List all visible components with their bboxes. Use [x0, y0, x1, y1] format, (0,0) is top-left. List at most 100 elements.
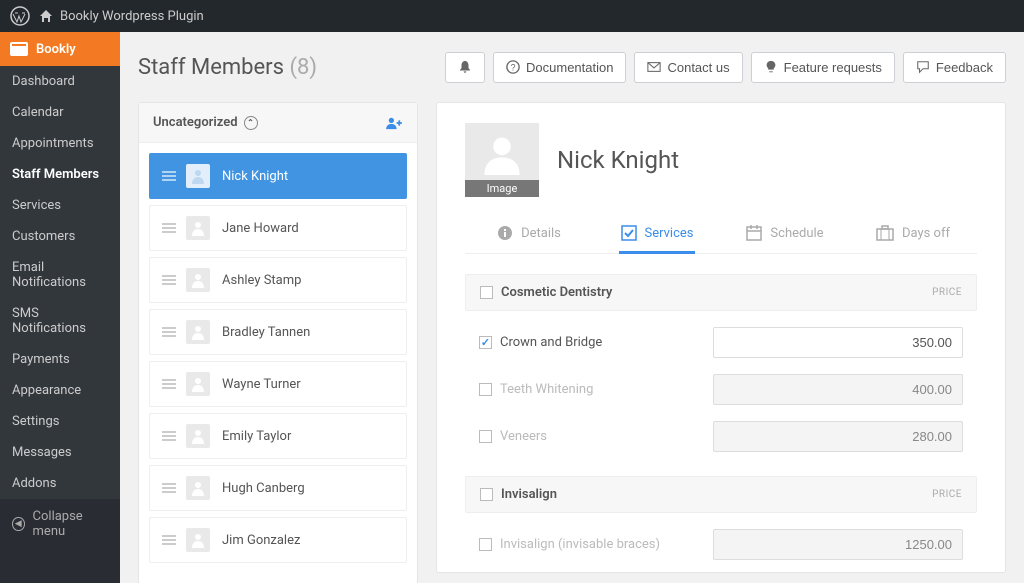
page-title-text: Staff Members — [138, 55, 284, 80]
drag-handle-icon[interactable] — [162, 431, 176, 441]
price-input[interactable] — [713, 327, 963, 358]
service-label: Veneers — [500, 429, 547, 444]
sidebar-item[interactable]: Appearance — [0, 375, 120, 406]
staff-item[interactable]: Jane Howard — [149, 205, 407, 251]
checklist-icon — [621, 225, 637, 241]
price-header-label: PRICE — [932, 489, 962, 500]
detail-panel: Image Nick Knight Details Services Sched… — [436, 102, 1006, 573]
chevron-up-icon: ⌃ — [244, 116, 258, 130]
price-input[interactable] — [713, 374, 963, 405]
staff-item[interactable]: Hugh Canberg — [149, 465, 407, 511]
staff-name: Ashley Stamp — [222, 273, 301, 288]
service-row: Teeth Whitening — [465, 366, 977, 413]
page-title-count: (8) — [289, 55, 317, 80]
avatar — [186, 372, 210, 396]
service-rows: Crown and Bridge Teeth Whitening Veneers — [465, 311, 977, 476]
staff-name: Jim Gonzalez — [222, 533, 300, 548]
category-name-text: Uncategorized — [153, 115, 238, 130]
notifications-button[interactable] — [445, 52, 485, 83]
service-checkbox[interactable] — [479, 383, 492, 396]
drag-handle-icon[interactable] — [162, 327, 176, 337]
avatar — [186, 320, 210, 344]
page-title: Staff Members (8) — [138, 55, 317, 80]
drag-handle-icon[interactable] — [162, 379, 176, 389]
sidebar-item[interactable]: Email Notifications — [0, 252, 120, 298]
envelope-icon — [647, 60, 661, 74]
avatar — [186, 164, 210, 188]
add-staff-icon[interactable] — [385, 116, 403, 130]
profile-image[interactable]: Image — [465, 123, 539, 197]
sidebar-item[interactable]: Payments — [0, 344, 120, 375]
sidebar-item[interactable]: Staff Members — [0, 159, 120, 190]
sidebar-menu: DashboardCalendarAppointmentsStaff Membe… — [0, 66, 120, 499]
tab-details[interactable]: Details — [465, 215, 593, 253]
documentation-button[interactable]: ?Documentation — [493, 52, 626, 83]
header-buttons: ?Documentation Contact us Feature reques… — [445, 52, 1006, 83]
group-checkbox[interactable] — [480, 488, 493, 501]
tab-services[interactable]: Services — [593, 215, 721, 253]
info-icon — [497, 225, 513, 241]
bell-icon — [458, 60, 472, 74]
staff-item[interactable]: Emily Taylor — [149, 413, 407, 459]
contact-button[interactable]: Contact us — [634, 52, 742, 83]
service-checkbox[interactable] — [479, 538, 492, 551]
staff-item[interactable]: Ashley Stamp — [149, 257, 407, 303]
service-group-header: Cosmetic Dentistry PRICE — [465, 274, 977, 311]
service-row: Veneers — [465, 413, 977, 460]
plugin-header[interactable]: Bookly — [0, 32, 120, 66]
price-input[interactable] — [713, 529, 963, 560]
question-icon: ? — [506, 60, 520, 74]
sidebar-item[interactable]: Calendar — [0, 97, 120, 128]
wordpress-icon[interactable] — [10, 6, 30, 26]
drag-handle-icon[interactable] — [162, 223, 176, 233]
sidebar-item[interactable]: Messages — [0, 437, 120, 468]
profile-name: Nick Knight — [557, 146, 679, 174]
staff-item[interactable]: Bradley Tannen — [149, 309, 407, 355]
sidebar-item[interactable]: Services — [0, 190, 120, 221]
staff-name: Wayne Turner — [222, 377, 301, 392]
feature-requests-button[interactable]: Feature requests — [751, 52, 895, 83]
group-title: Invisalign — [501, 487, 557, 502]
service-checkbox[interactable] — [479, 336, 492, 349]
service-groups: Cosmetic Dentistry PRICE Crown and Bridg… — [465, 274, 977, 573]
feedback-button[interactable]: Feedback — [903, 52, 1006, 83]
staff-item[interactable]: Nick Knight — [149, 153, 407, 199]
sidebar-item[interactable]: Customers — [0, 221, 120, 252]
avatar-silhouette-icon — [480, 131, 524, 175]
staff-item[interactable]: Jim Gonzalez — [149, 517, 407, 563]
price-input[interactable] — [713, 421, 963, 452]
drag-handle-icon[interactable] — [162, 483, 176, 493]
sidebar-item[interactable]: Addons — [0, 468, 120, 499]
service-label: Teeth Whitening — [500, 382, 593, 397]
home-icon[interactable] — [38, 8, 54, 24]
service-label: Invisalign (invisable braces) — [500, 537, 660, 552]
suitcase-icon — [876, 225, 894, 241]
category-header: Uncategorized ⌃ — [139, 103, 417, 143]
tab-daysoff[interactable]: Days off — [849, 215, 977, 253]
comment-icon — [916, 60, 930, 74]
staff-item[interactable]: Wayne Turner — [149, 361, 407, 407]
service-group-header: Invisalign PRICE — [465, 476, 977, 513]
collapse-menu[interactable]: ◀ Collapse menu — [0, 499, 120, 549]
plugin-name: Bookly — [36, 42, 76, 57]
sidebar-item[interactable]: Dashboard — [0, 66, 120, 97]
sidebar-item[interactable]: Settings — [0, 406, 120, 437]
category-name[interactable]: Uncategorized ⌃ — [153, 115, 258, 130]
drag-handle-icon[interactable] — [162, 171, 176, 181]
tab-schedule[interactable]: Schedule — [721, 215, 849, 253]
sidebar-item[interactable]: Appointments — [0, 128, 120, 159]
admin-bar: Bookly Wordpress Plugin — [0, 0, 1024, 32]
calendar-icon — [746, 225, 762, 241]
drag-handle-icon[interactable] — [162, 275, 176, 285]
page-header-row: Staff Members (8) ?Documentation Contact… — [138, 42, 1006, 92]
avatar — [186, 216, 210, 240]
service-row: Crown and Bridge — [465, 319, 977, 366]
drag-handle-icon[interactable] — [162, 535, 176, 545]
site-title[interactable]: Bookly Wordpress Plugin — [60, 9, 204, 24]
profile-header: Image Nick Knight — [465, 123, 977, 197]
sidebar-item[interactable]: SMS Notifications — [0, 298, 120, 344]
service-checkbox[interactable] — [479, 430, 492, 443]
collapse-icon: ◀ — [12, 517, 25, 531]
svg-text:?: ? — [511, 63, 516, 73]
group-checkbox[interactable] — [480, 286, 493, 299]
